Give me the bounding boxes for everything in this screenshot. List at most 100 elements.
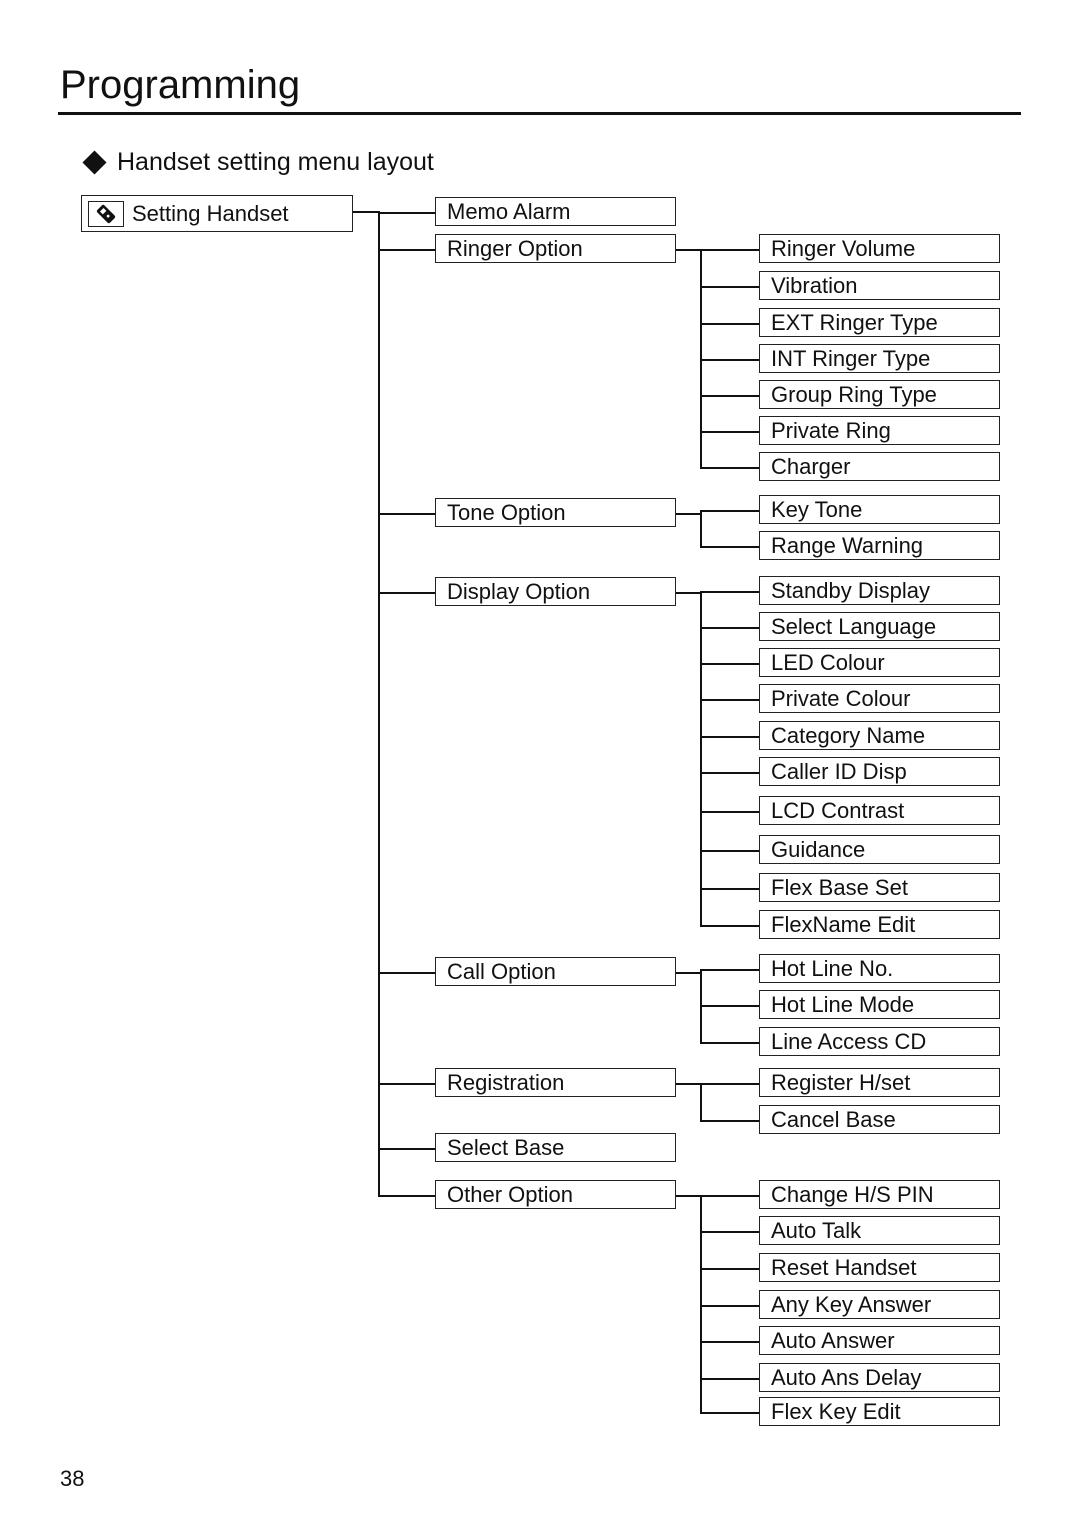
sub-branch-line [700, 1082, 759, 1085]
submenu-item-standby-display[interactable]: Standby Display [759, 576, 1000, 605]
submenu-item-hot-line-no[interactable]: Hot Line No. [759, 954, 1000, 983]
menu-root-setting-handset[interactable]: Setting Handset [81, 195, 353, 232]
submenu-item-led-colour[interactable]: LED Colour [759, 648, 1000, 677]
menu-item-label: Standby Display [771, 577, 930, 603]
menu-item-label: Charger [771, 453, 851, 479]
diamond-bullet-icon [82, 149, 107, 175]
menu-item-call-option[interactable]: Call Option [435, 957, 676, 986]
sub-branch-line [700, 590, 759, 593]
sub-branch-line [700, 1267, 759, 1270]
sub-branch-line [700, 735, 759, 738]
submenu-item-guidance[interactable]: Guidance [759, 835, 1000, 864]
menu-item-label: LCD Contrast [771, 797, 905, 823]
submenu-item-flex-key-edit[interactable]: Flex Key Edit [759, 1397, 1000, 1426]
menu-item-registration[interactable]: Registration [435, 1068, 676, 1097]
menu-item-label: Flex Key Edit [771, 1398, 901, 1424]
menu-item-label: Flex Base Set [771, 874, 908, 900]
sub-branch-line [700, 1194, 759, 1197]
page-number: 38 [60, 1466, 85, 1491]
submenu-item-int-ringer-type[interactable]: INT Ringer Type [759, 344, 1000, 373]
menu-item-label: Ringer Volume [771, 235, 916, 261]
submenu-item-auto-answer[interactable]: Auto Answer [759, 1326, 1000, 1355]
menu-item-label: LED Colour [771, 649, 885, 675]
branch-line [378, 1082, 435, 1085]
submenu-item-vibration[interactable]: Vibration [759, 271, 1000, 300]
menu-item-label: Any Key Answer [771, 1291, 932, 1317]
branch-line [378, 1194, 435, 1197]
sub-branch-line [700, 248, 759, 251]
menu-item-memo-alarm[interactable]: Memo Alarm [435, 197, 676, 226]
submenu-item-auto-ans-delay[interactable]: Auto Ans Delay [759, 1363, 1000, 1392]
submenu-item-hot-line-mode[interactable]: Hot Line Mode [759, 990, 1000, 1019]
sub-branch-line [700, 1004, 759, 1007]
menu-item-tone-option[interactable]: Tone Option [435, 498, 676, 527]
menu-item-label: Display Option [447, 578, 591, 604]
submenu-item-flexname-edit[interactable]: FlexName Edit [759, 910, 1000, 939]
sub-branch-line [700, 1119, 759, 1122]
menu-item-label: Change H/S PIN [771, 1181, 934, 1207]
sub-branch-line [700, 1304, 759, 1307]
menu-item-label: INT Ringer Type [771, 345, 931, 371]
submenu-item-change-h-s-pin[interactable]: Change H/S PIN [759, 1180, 1000, 1209]
submenu-item-flex-base-set[interactable]: Flex Base Set [759, 873, 1000, 902]
sub-branch-line [700, 509, 759, 512]
menu-item-display-option[interactable]: Display Option [435, 577, 676, 606]
menu-item-label: Private Ring [771, 417, 891, 443]
submenu-item-ext-ringer-type[interactable]: EXT Ringer Type [759, 308, 1000, 337]
menu-item-other-option[interactable]: Other Option [435, 1180, 676, 1209]
submenu-item-group-ring-type[interactable]: Group Ring Type [759, 380, 1000, 409]
menu-item-label: Hot Line Mode [771, 991, 915, 1017]
submenu-item-private-colour[interactable]: Private Colour [759, 684, 1000, 713]
sub-branch-line [700, 810, 759, 813]
submenu-item-line-access-cd[interactable]: Line Access CD [759, 1027, 1000, 1056]
menu-item-label: Ringer Option [447, 235, 583, 261]
menu-item-label: FlexName Edit [771, 911, 916, 937]
submenu-connector-line [676, 971, 700, 974]
submenu-item-charger[interactable]: Charger [759, 452, 1000, 481]
submenu-item-reset-handset[interactable]: Reset Handset [759, 1253, 1000, 1282]
menu-item-select-base[interactable]: Select Base [435, 1133, 676, 1162]
submenu-item-range-warning[interactable]: Range Warning [759, 531, 1000, 560]
sub-branch-line [700, 394, 759, 397]
submenu-item-select-language[interactable]: Select Language [759, 612, 1000, 641]
menu-item-ringer-option[interactable]: Ringer Option [435, 234, 676, 263]
title-divider [58, 112, 1021, 115]
menu-item-label: Group Ring Type [771, 381, 937, 407]
menu-item-label: EXT Ringer Type [771, 309, 938, 335]
submenu-item-auto-talk[interactable]: Auto Talk [759, 1216, 1000, 1245]
submenu-trunk-line [700, 1082, 702, 1122]
menu-root-label: Setting Handset [132, 200, 289, 226]
menu-item-label: Guidance [771, 836, 866, 862]
sub-branch-line [700, 466, 759, 469]
submenu-item-ringer-volume[interactable]: Ringer Volume [759, 234, 1000, 263]
submenu-item-key-tone[interactable]: Key Tone [759, 495, 1000, 524]
submenu-trunk-line [700, 590, 702, 927]
sub-branch-line [700, 887, 759, 890]
sub-branch-line [700, 771, 759, 774]
handset-edit-icon [88, 200, 124, 227]
submenu-item-register-h-set[interactable]: Register H/set [759, 1068, 1000, 1097]
menu-item-label: Range Warning [771, 532, 924, 558]
submenu-item-category-name[interactable]: Category Name [759, 721, 1000, 750]
menu-item-label: Auto Answer [771, 1327, 895, 1353]
menu-item-label: Private Colour [771, 685, 911, 711]
submenu-item-lcd-contrast[interactable]: LCD Contrast [759, 796, 1000, 825]
branch-line [378, 211, 435, 214]
sub-branch-line [700, 924, 759, 927]
menu-item-label: Tone Option [447, 499, 566, 525]
menu-item-label: Registration [447, 1069, 565, 1095]
page-title: Programming [60, 63, 301, 107]
menu-item-label: Vibration [771, 272, 858, 298]
menu-item-label: Other Option [447, 1181, 573, 1207]
sub-branch-line [700, 1340, 759, 1343]
sub-branch-line [700, 1411, 759, 1414]
submenu-item-private-ring[interactable]: Private Ring [759, 416, 1000, 445]
sub-branch-line [700, 698, 759, 701]
submenu-item-any-key-answer[interactable]: Any Key Answer [759, 1290, 1000, 1319]
sub-branch-line [700, 430, 759, 433]
branch-line [378, 512, 435, 515]
section-heading-text: Handset setting menu layout [117, 148, 434, 176]
sub-branch-line [700, 849, 759, 852]
submenu-item-caller-id-disp[interactable]: Caller ID Disp [759, 757, 1000, 786]
submenu-item-cancel-base[interactable]: Cancel Base [759, 1105, 1000, 1134]
